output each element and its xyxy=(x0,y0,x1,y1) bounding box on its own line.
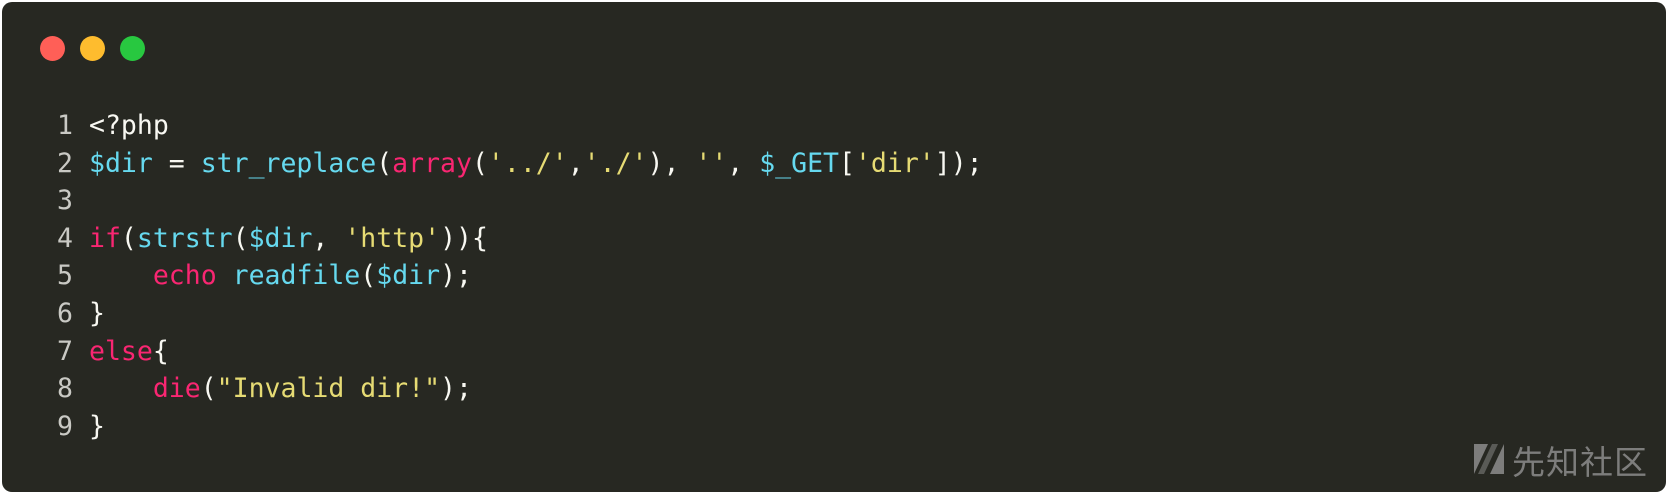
code-token: } xyxy=(89,410,105,442)
code-token: <?php xyxy=(89,110,169,141)
code-line: 9} xyxy=(57,408,983,446)
code-token: $dir xyxy=(89,147,153,179)
code-token: array xyxy=(392,147,472,179)
code-token: die xyxy=(152,373,201,405)
code-token: strstr xyxy=(136,222,233,254)
close-dot-icon[interactable] xyxy=(40,36,65,61)
code-token: $_GET xyxy=(759,147,839,179)
code-token: ); xyxy=(440,373,472,405)
code-token: = xyxy=(152,147,201,179)
code-token: ( xyxy=(120,222,137,254)
code-line: 6} xyxy=(57,295,983,333)
maximize-dot-icon[interactable] xyxy=(120,36,145,61)
xianzhi-logo-icon xyxy=(1472,440,1506,481)
code-token: str_replace xyxy=(200,147,377,179)
code-token: )){ xyxy=(440,222,488,254)
code-token: '../' xyxy=(487,147,568,179)
code-token: , xyxy=(567,147,584,179)
minimize-dot-icon[interactable] xyxy=(80,36,105,61)
code-token: readfile xyxy=(232,260,361,292)
line-number: 7 xyxy=(57,335,73,367)
line-number: 9 xyxy=(57,410,73,442)
code-token: './' xyxy=(583,147,648,179)
code-token: '' xyxy=(695,147,728,179)
code-line: 2 $dir = str_replace(array('../','./'), '… xyxy=(57,145,983,183)
code-token: ( xyxy=(232,222,249,254)
code-token: ( xyxy=(360,260,377,292)
window-controls xyxy=(40,36,145,61)
code-token: ), xyxy=(647,147,696,179)
code-token: $dir xyxy=(376,260,441,292)
code-block: 1 <?php 2 $dir = str_replace(array('../','.… xyxy=(57,107,983,445)
code-token: ]); xyxy=(934,147,983,179)
line-number: 1 xyxy=(57,110,73,141)
code-line: 7 else{ xyxy=(57,333,983,371)
code-window: 1 <?php 2 $dir = str_replace(array('../','.… xyxy=(2,2,1666,492)
code-token: ( xyxy=(200,373,217,405)
code-token: $dir xyxy=(248,222,313,254)
line-number: 2 xyxy=(57,147,73,179)
code-line: 3 xyxy=(57,182,983,220)
code-token: , xyxy=(312,222,345,254)
code-token: } xyxy=(89,297,105,329)
code-token: [ xyxy=(839,147,855,179)
code-line: 4 if(strstr($dir, 'http')){ xyxy=(57,220,983,258)
code-token: 'dir' xyxy=(854,147,935,179)
code-token: ); xyxy=(440,260,472,292)
code-line: 8 die("Invalid dir!"); xyxy=(57,370,983,408)
code-token: echo xyxy=(152,260,217,292)
watermark: 先知社区 xyxy=(1472,436,1648,484)
code-token: 'http' xyxy=(344,222,441,254)
line-number: 4 xyxy=(57,222,73,254)
code-token: else xyxy=(89,335,153,367)
code-token: if xyxy=(89,222,121,254)
watermark-text: 先知社区 xyxy=(1512,443,1648,482)
line-number: 8 xyxy=(57,373,73,405)
code-line: 5 echo readfile($dir); xyxy=(57,257,983,295)
line-number: 5 xyxy=(57,260,73,292)
code-line: 1 <?php xyxy=(57,107,983,145)
line-number: 6 xyxy=(57,297,73,329)
code-token: ( xyxy=(376,147,393,179)
code-token: { xyxy=(152,335,169,367)
code-token: "Invalid dir!" xyxy=(216,373,441,405)
code-token: ( xyxy=(471,147,488,179)
line-number: 3 xyxy=(57,185,73,217)
code-token: , xyxy=(727,147,760,179)
